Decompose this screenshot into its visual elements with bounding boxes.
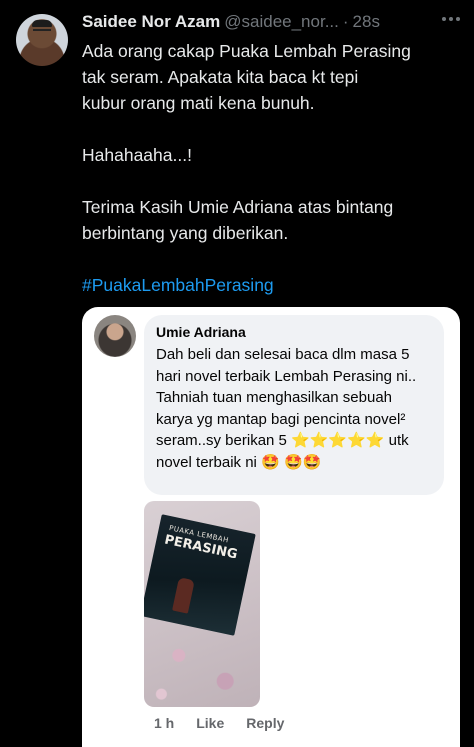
more-dot <box>449 17 453 21</box>
author-name[interactable]: Saidee Nor Azam <box>82 12 220 32</box>
book-photo: PUAKA LEMBAH PERASING <box>144 501 260 707</box>
attached-screenshot[interactable]: Umie Adriana Dah beli dan selesai baca d… <box>82 307 460 747</box>
floral-bedsheet <box>144 621 260 707</box>
more-options-icon[interactable] <box>438 6 464 32</box>
tweet-line: Hahahaaha...! <box>82 145 192 165</box>
tweet-line: kubur orang mati kena bunuh. <box>82 93 315 113</box>
book-cover: PUAKA LEMBAH PERASING <box>144 514 256 636</box>
separator-dot: · <box>342 12 349 31</box>
reply-link: Reply <box>246 715 285 731</box>
star-rating: ⭐⭐⭐⭐⭐ <box>291 432 385 449</box>
comment-bubble: Umie Adriana Dah beli dan selesai baca d… <box>144 315 444 495</box>
avatar-glasses <box>33 29 51 33</box>
commenter-name: Umie Adriana <box>156 324 246 340</box>
comment-actions: 1 h Like Reply <box>154 715 284 731</box>
hashtag-link[interactable]: #PuakaLembahPerasing <box>82 272 467 298</box>
avatar-cap <box>32 20 52 27</box>
author-avatar[interactable] <box>16 14 68 66</box>
tweet-line: tak seram. Apakata kita baca kt tepi <box>82 67 359 87</box>
more-dot <box>442 17 446 21</box>
tweet-line: berbintang yang diberikan. <box>82 223 289 243</box>
tweet-line: Ada orang cakap Puaka Lembah Perasing <box>82 41 411 61</box>
tweet-header: Saidee Nor Azam @saidee_nor... · 28s <box>82 12 380 32</box>
commenter-avatar <box>94 315 136 357</box>
like-link: Like <box>196 715 225 731</box>
tweet-line: Terima Kasih Umie Adriana atas bintang <box>82 197 394 217</box>
tweet-text: Ada orang cakap Puaka Lembah Perasing ta… <box>82 38 467 298</box>
star-struck-emoji: 🤩 <box>261 453 280 471</box>
cover-figure <box>172 577 195 614</box>
tweet-timestamp[interactable]: 28s <box>353 12 380 32</box>
comment-body: Dah beli dan selesai baca dlm masa 5 har… <box>156 344 432 473</box>
star-struck-emoji-pair: 🤩🤩 <box>283 453 322 471</box>
author-handle[interactable]: @saidee_nor... <box>224 12 339 32</box>
more-dot <box>456 17 460 21</box>
comment-time: 1 h <box>154 715 175 731</box>
